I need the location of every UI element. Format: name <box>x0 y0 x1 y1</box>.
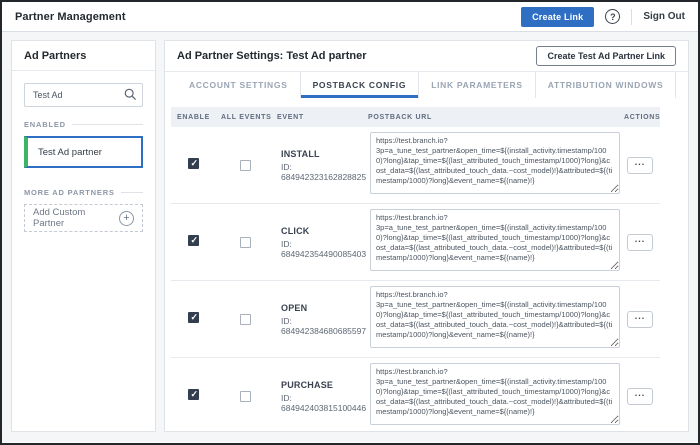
postback-table: ENABLE ALL EVENTS EVENT POSTBACK URL ACT… <box>171 107 660 432</box>
more-partners-section-label: MORE AD PARTNERS <box>24 188 143 197</box>
partner-settings-panel: Ad Partner Settings: Test Ad partner Cre… <box>164 40 689 432</box>
event-name: INSTALL <box>281 149 365 159</box>
event-id: ID: 684942384680685597 <box>281 316 365 336</box>
row-actions-button[interactable]: ... <box>627 388 653 405</box>
row-actions-button[interactable]: ... <box>627 234 653 251</box>
all-events-checkbox[interactable] <box>240 160 251 171</box>
row-actions-button[interactable]: ... <box>627 157 653 174</box>
partner-search <box>24 83 143 107</box>
enable-checkbox[interactable] <box>188 158 199 169</box>
col-header-actions: ACTIONS <box>620 114 660 121</box>
sidebar-body: ENABLED Test Ad partner MORE AD PARTNERS… <box>12 71 155 232</box>
settings-tabs: ACCOUNT SETTINGS POSTBACK CONFIG LINK PA… <box>165 72 688 98</box>
top-bar: Partner Management Create Link ? Sign Ou… <box>2 2 698 32</box>
all-events-checkbox[interactable] <box>240 314 251 325</box>
plus-icon: + <box>119 211 134 226</box>
event-id: ID: 684942354490085403 <box>281 239 365 259</box>
tab-postback-config[interactable]: POSTBACK CONFIG <box>301 72 420 98</box>
partner-settings-title: Ad Partner Settings: Test Ad partner <box>177 50 366 62</box>
table-row-purchase: PURCHASE ID: 684942403815100446 https://… <box>171 358 660 432</box>
col-header-all-events: ALL EVENTS <box>217 114 273 121</box>
event-name: PURCHASE <box>281 380 365 390</box>
col-header-event: EVENT <box>273 114 365 121</box>
tab-link-parameters[interactable]: LINK PARAMETERS <box>419 72 536 98</box>
enable-checkbox[interactable] <box>188 235 199 246</box>
tab-account-settings[interactable]: ACCOUNT SETTINGS <box>177 72 301 98</box>
sidebar-title: Ad Partners <box>12 41 155 71</box>
postback-table-header: ENABLE ALL EVENTS EVENT POSTBACK URL ACT… <box>171 107 660 127</box>
table-row-install: INSTALL ID: 684942323162828825 https://t… <box>171 127 660 204</box>
sign-out-link[interactable]: Sign Out <box>643 11 685 22</box>
row-actions-button[interactable]: ... <box>627 311 653 328</box>
postback-url-textarea[interactable]: https://test.branch.io? 3p=a_tune_test_p… <box>370 132 620 194</box>
table-row-open: OPEN ID: 684942384680685597 https://test… <box>171 281 660 358</box>
all-events-checkbox[interactable] <box>240 237 251 248</box>
col-header-enable: ENABLE <box>171 114 217 121</box>
event-id: ID: 684942403815100446 <box>281 393 365 413</box>
section-rule <box>121 192 143 193</box>
postback-url-textarea[interactable]: https://test.branch.io? 3p=a_tune_test_p… <box>370 209 620 271</box>
sidebar-item-test-ad-partner[interactable]: Test Ad partner <box>24 136 143 168</box>
partner-name: Test Ad partner <box>38 147 102 158</box>
ad-partners-sidebar: Ad Partners ENABLED Test Ad partner <box>11 40 156 432</box>
col-header-postback-url: POSTBACK URL <box>365 114 620 121</box>
enabled-section-label: ENABLED <box>24 120 143 129</box>
enable-checkbox[interactable] <box>188 312 199 323</box>
add-custom-partner-label: Add Custom Partner <box>33 207 119 229</box>
all-events-checkbox[interactable] <box>240 391 251 402</box>
postback-url-textarea[interactable]: https://test.branch.io? 3p=a_tune_test_p… <box>370 286 620 348</box>
topbar-actions: Create Link ? Sign Out <box>521 7 685 27</box>
event-name: CLICK <box>281 226 365 236</box>
partner-settings-header: Ad Partner Settings: Test Ad partner Cre… <box>165 41 688 72</box>
table-row-click: CLICK ID: 684942354490085403 https://tes… <box>171 204 660 281</box>
section-rule <box>72 124 143 125</box>
tab-attribution-windows[interactable]: ATTRIBUTION WINDOWS <box>536 72 677 98</box>
create-test-partner-link-button[interactable]: Create Test Ad Partner Link <box>536 46 676 66</box>
page-title: Partner Management <box>15 11 126 23</box>
content-area: Ad Partners ENABLED Test Ad partner <box>2 32 698 442</box>
topbar-divider <box>631 9 632 25</box>
postback-url-textarea[interactable]: https://test.branch.io? 3p=a_tune_test_p… <box>370 363 620 425</box>
event-name: OPEN <box>281 303 365 313</box>
help-icon[interactable]: ? <box>605 9 620 24</box>
event-id: ID: 684942323162828825 <box>281 162 365 182</box>
add-custom-partner-button[interactable]: Add Custom Partner + <box>24 204 143 232</box>
search-icon <box>124 88 137 101</box>
create-link-button[interactable]: Create Link <box>521 7 594 27</box>
enable-checkbox[interactable] <box>188 389 199 400</box>
